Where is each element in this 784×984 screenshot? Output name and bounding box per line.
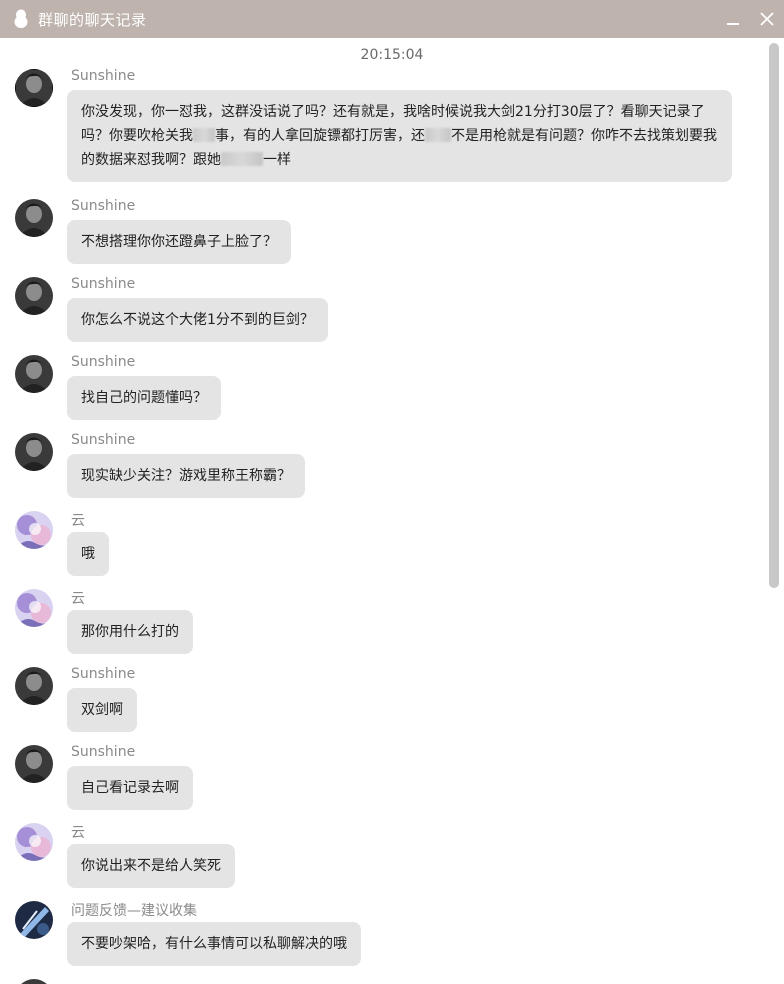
sunshine-avatar[interactable] [15, 433, 53, 471]
message-bubble[interactable]: 不想搭理你你还蹬鼻子上脸了？ [67, 220, 291, 264]
masked-text [425, 128, 451, 142]
close-icon [760, 12, 774, 26]
sunshine-avatar[interactable] [15, 667, 53, 705]
message-bubble[interactable]: 不要吵架哈，有什么事情可以私聊解决的哦 [67, 922, 361, 966]
sender-name: Sunshine [71, 432, 136, 448]
message-bubble[interactable]: 找自己的问题懂吗？ [67, 376, 221, 420]
message-bubble[interactable]: 双剑啊 [67, 688, 137, 732]
sunshine-avatar[interactable] [15, 979, 53, 984]
message-bubble[interactable]: 哦 [67, 532, 109, 576]
sender-name: 问题反馈—建议收集 [71, 903, 197, 919]
yun-avatar[interactable] [15, 823, 53, 861]
close-button[interactable] [756, 8, 778, 30]
yun-avatar[interactable] [15, 511, 53, 549]
message-bubble[interactable]: 现实缺少关注？游戏里称王称霸？ [67, 454, 305, 498]
sunshine-avatar[interactable] [15, 277, 53, 315]
message-bubble[interactable]: 你说出来不是给人笑死 [67, 844, 235, 888]
scrollbar[interactable] [766, 38, 784, 984]
sender-name: 云 [71, 591, 85, 607]
scrollbar-thumb[interactable] [769, 43, 779, 588]
minimize-icon [727, 23, 739, 25]
message-timestamp: 20:15:04 [360, 47, 424, 63]
minimize-button[interactable] [722, 8, 744, 30]
sunshine-avatar[interactable] [15, 69, 53, 107]
chat-history[interactable]: 20:15:04 Sunshine 你没发现，你一怼我，这群没话说了吗？还有就是… [0, 38, 766, 984]
qq-penguin-icon [10, 7, 32, 31]
sender-name: Sunshine [71, 198, 136, 214]
window-title: 群聊的聊天记录 [38, 10, 147, 29]
title-bar: 群聊的聊天记录 [0, 0, 784, 38]
message-bubble[interactable]: 那你用什么打的 [67, 610, 193, 654]
message-bubble[interactable]: 你没发现，你一怼我，这群没话说了吗？还有就是，我啥时候说我大剑21分打30层了？… [67, 90, 732, 182]
sunshine-avatar[interactable] [15, 355, 53, 393]
sender-name: Sunshine [71, 68, 136, 84]
feedback-avatar[interactable] [15, 901, 53, 939]
sunshine-avatar[interactable] [15, 199, 53, 237]
masked-text [221, 152, 263, 166]
masked-text [193, 128, 215, 142]
message-bubble[interactable]: 你怎么不说这个大佬1分不到的巨剑？ [67, 298, 328, 342]
sender-name: Sunshine [71, 666, 136, 682]
sender-name: Sunshine [71, 354, 136, 370]
message-text: 事，有的人拿回旋镖都打厉害，还 [215, 128, 425, 144]
sender-name: 云 [71, 513, 85, 529]
sunshine-avatar[interactable] [15, 745, 53, 783]
sender-name: 云 [71, 825, 85, 841]
sender-name: Sunshine [71, 744, 136, 760]
sender-name: Sunshine [71, 276, 136, 292]
message-text: 一样 [263, 152, 291, 168]
yun-avatar[interactable] [15, 589, 53, 627]
message-bubble[interactable]: 自己看记录去啊 [67, 766, 193, 810]
